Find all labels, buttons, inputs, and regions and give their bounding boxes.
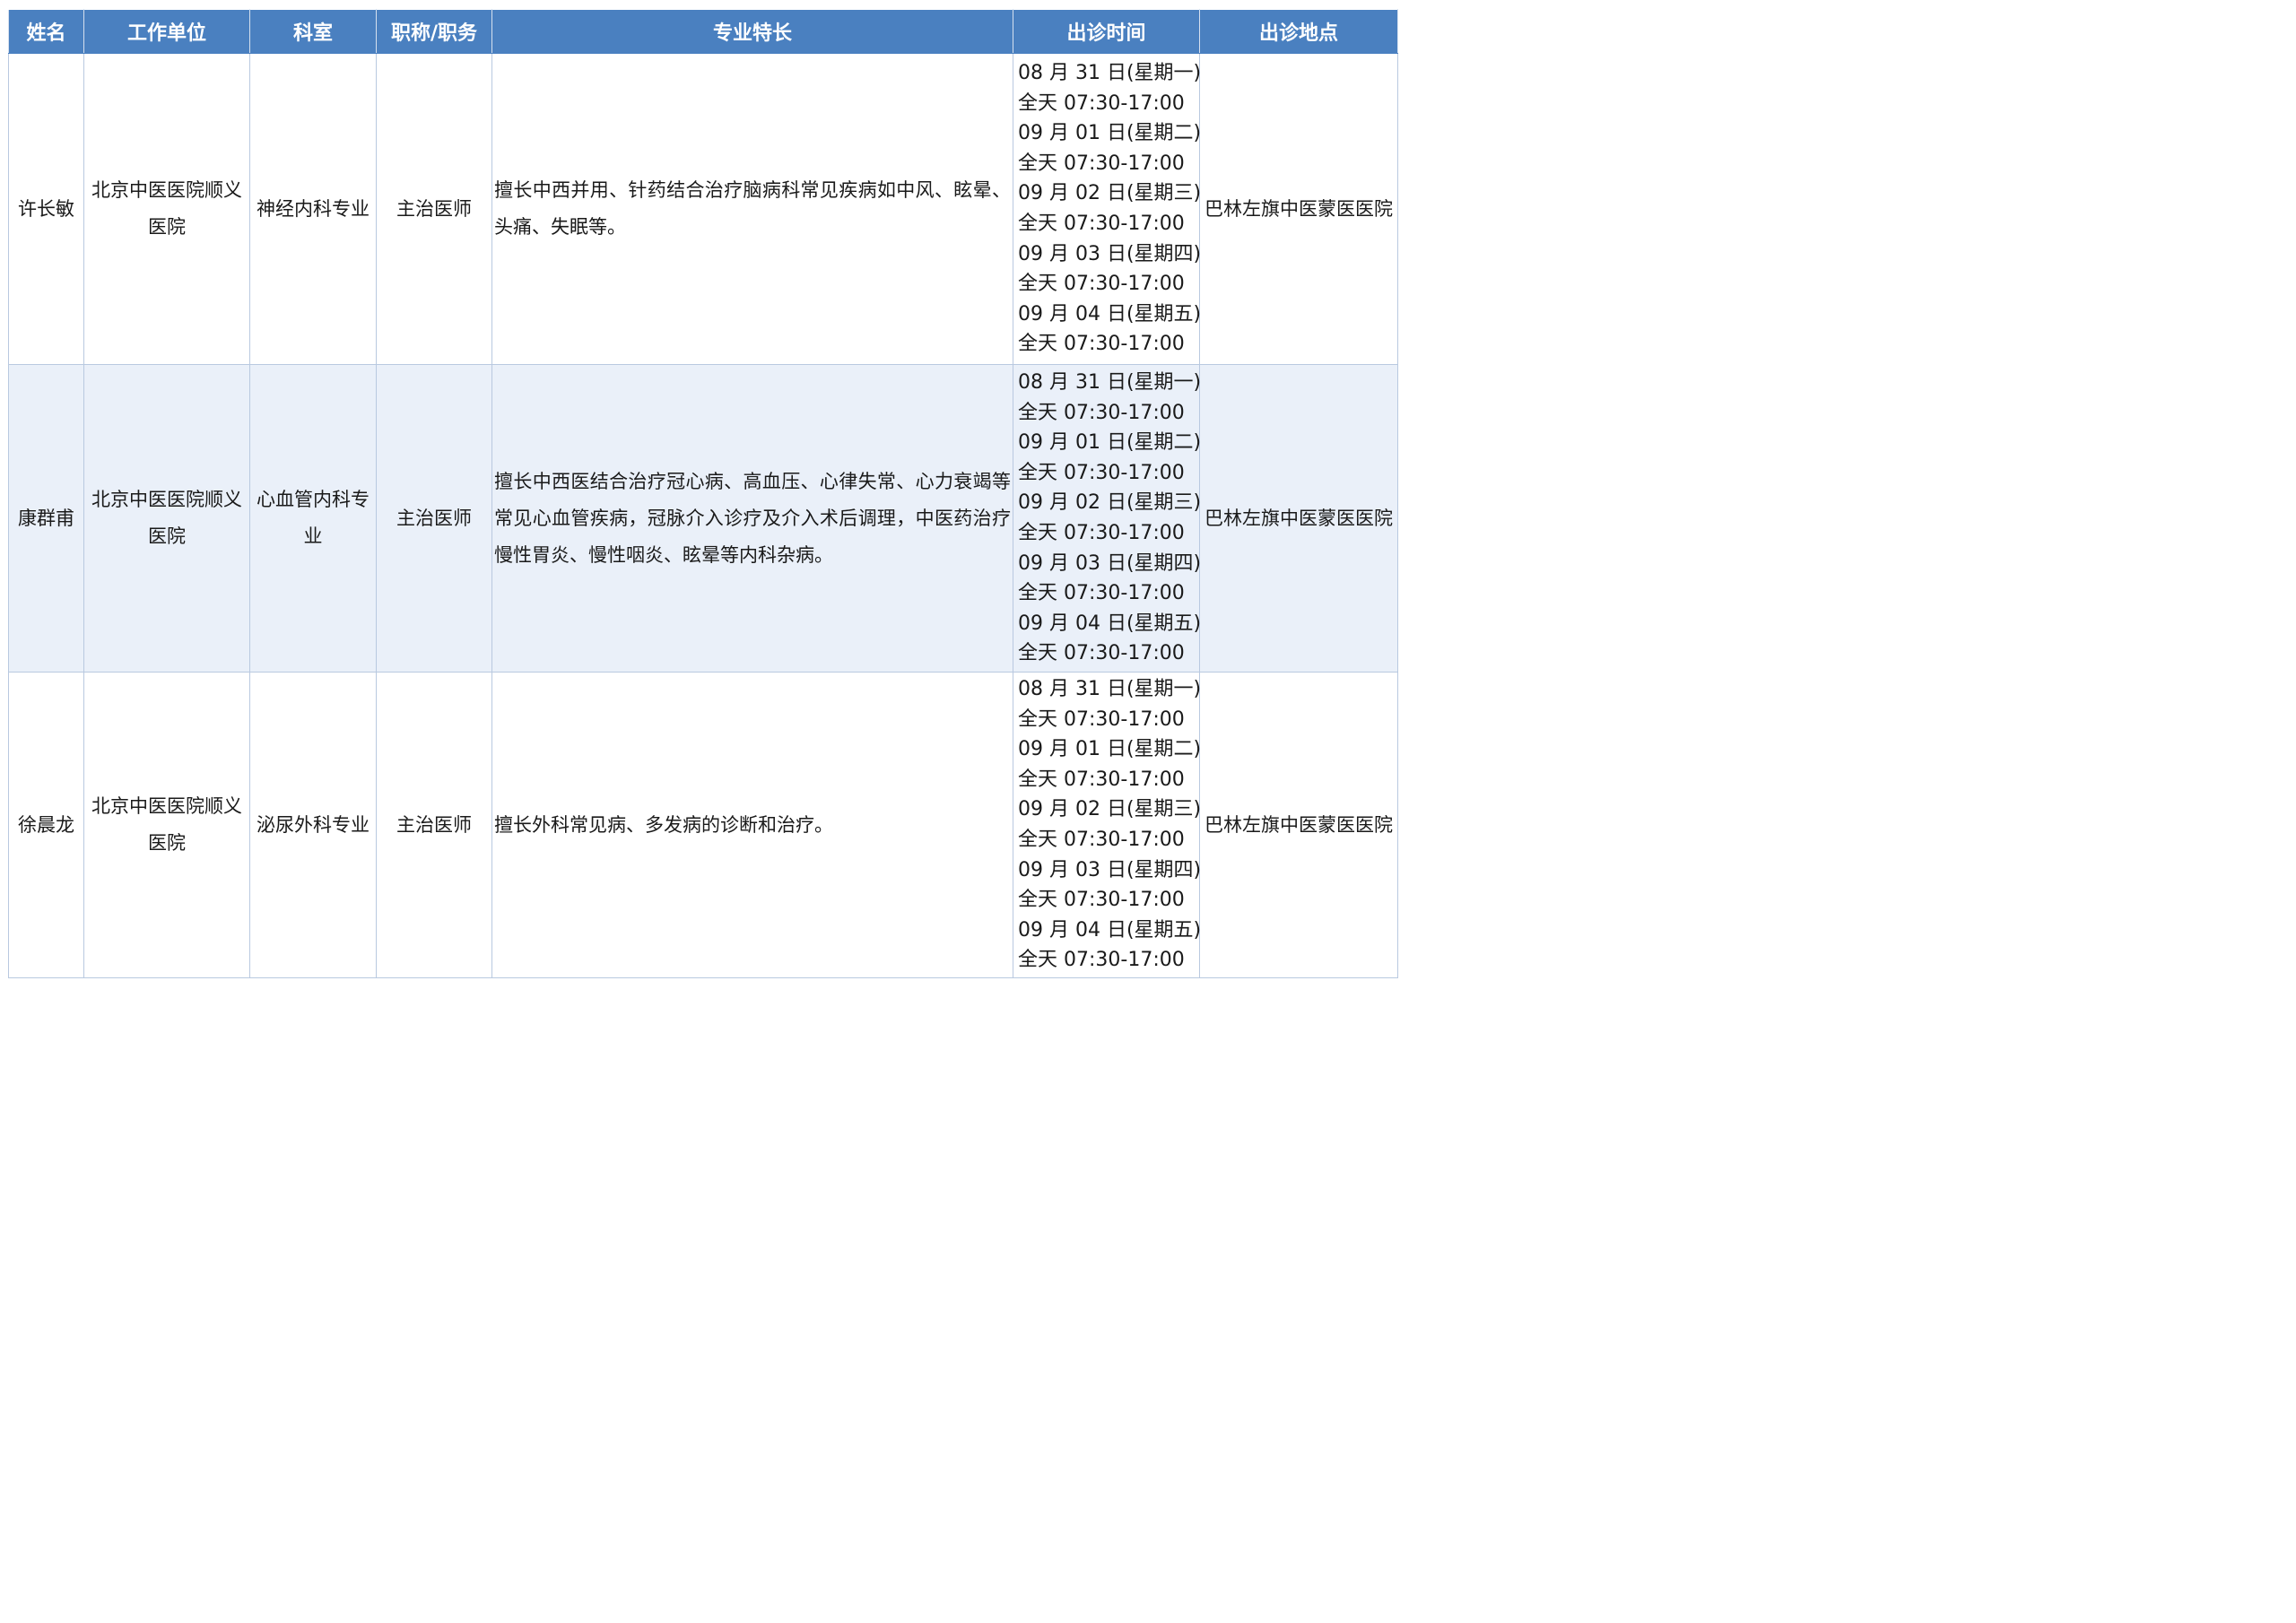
cell-location: 巴林左旗中医蒙医医院 <box>1199 672 1398 978</box>
header-unit: 工作单位 <box>83 9 250 54</box>
header-specialty: 专业特长 <box>491 9 1013 54</box>
cell-schedule: 08 月 31 日(星期一) 全天 07:30-17:00 09 月 01 日(… <box>1013 53 1202 365</box>
cell-location: 巴林左旗中医蒙医医院 <box>1199 364 1398 673</box>
schedule-line: 全天 07:30-17:00 <box>1018 889 1185 912</box>
schedule-line: 09 月 03 日(星期四) <box>1018 242 1202 265</box>
schedule-line: 全天 07:30-17:00 <box>1018 213 1185 235</box>
cell-title: 主治医师 <box>376 672 492 978</box>
cell-title: 主治医师 <box>376 364 492 673</box>
table-header: 姓名 工作单位 科室 职称/职务 专业特长 出诊时间 出诊地点 <box>8 9 1398 54</box>
cell-location: 巴林左旗中医蒙医医院 <box>1199 53 1398 365</box>
schedule-line: 09 月 03 日(星期四) <box>1018 551 1202 575</box>
schedule-line: 全天 07:30-17:00 <box>1018 949 1185 972</box>
schedule-line: 09 月 04 日(星期五) <box>1018 918 1202 942</box>
schedule-line: 09 月 02 日(星期三) <box>1018 182 1202 205</box>
cell-schedule: 08 月 31 日(星期一) 全天 07:30-17:00 09 月 01 日(… <box>1013 364 1202 673</box>
cell-department: 神经内科专业 <box>249 53 377 365</box>
schedule-line: 08 月 31 日(星期一) <box>1018 678 1202 701</box>
cell-unit: 北京中医医院顺义医院 <box>83 672 250 978</box>
cell-specialty: 擅长外科常见病、多发病的诊断和治疗。 <box>491 672 1013 978</box>
cell-title: 主治医师 <box>376 53 492 365</box>
schedule-line: 09 月 02 日(星期三) <box>1018 798 1202 821</box>
cell-name: 康群甫 <box>8 364 84 673</box>
schedule-line: 全天 07:30-17:00 <box>1018 273 1185 296</box>
cell-department: 泌尿外科专业 <box>249 672 377 978</box>
table-row: 康群甫 北京中医医院顺义医院 心血管内科专业 主治医师 擅长中西医结合治疗冠心病… <box>8 364 1398 673</box>
schedule-line: 全天 07:30-17:00 <box>1018 401 1185 424</box>
schedule-line: 全天 07:30-17:00 <box>1018 582 1185 605</box>
schedule-line: 全天 07:30-17:00 <box>1018 333 1185 356</box>
schedule-line: 08 月 31 日(星期一) <box>1018 62 1202 85</box>
cell-department: 心血管内科专业 <box>249 364 377 673</box>
header-department: 科室 <box>249 9 377 54</box>
schedule-line: 全天 07:30-17:00 <box>1018 461 1185 484</box>
table-row: 许长敏 北京中医医院顺义医院 神经内科专业 主治医师 擅长中西并用、针药结合治疗… <box>8 53 1398 365</box>
schedule-line: 09 月 02 日(星期三) <box>1018 491 1202 515</box>
cell-specialty: 擅长中西并用、针药结合治疗脑病科常见疾病如中风、眩晕、头痛、失眠等。 <box>491 53 1013 365</box>
doctor-schedule-table-wrapper: 姓名 工作单位 科室 职称/职务 专业特长 出诊时间 出诊地点 许长敏 北京中医… <box>8 9 1398 978</box>
cell-schedule: 08 月 31 日(星期一) 全天 07:30-17:00 09 月 01 日(… <box>1013 672 1202 978</box>
cell-name: 徐晨龙 <box>8 672 84 978</box>
header-name: 姓名 <box>8 9 84 54</box>
schedule-line: 09 月 01 日(星期二) <box>1018 738 1202 761</box>
cell-unit: 北京中医医院顺义医院 <box>83 364 250 673</box>
cell-specialty: 擅长中西医结合治疗冠心病、高血压、心律失常、心力衰竭等常见心血管疾病，冠脉介入诊… <box>491 364 1013 673</box>
schedule-line: 全天 07:30-17:00 <box>1018 707 1185 731</box>
schedule-line: 全天 07:30-17:00 <box>1018 152 1185 175</box>
schedule-line: 09 月 04 日(星期五) <box>1018 612 1202 635</box>
cell-name: 许长敏 <box>8 53 84 365</box>
doctor-schedule-table: 姓名 工作单位 科室 职称/职务 专业特长 出诊时间 出诊地点 许长敏 北京中医… <box>8 9 1398 978</box>
schedule-line: 09 月 01 日(星期二) <box>1018 431 1202 455</box>
schedule-line: 全天 07:30-17:00 <box>1018 829 1185 851</box>
schedule-line: 09 月 03 日(星期四) <box>1018 858 1202 881</box>
table-body: 许长敏 北京中医医院顺义医院 神经内科专业 主治医师 擅长中西并用、针药结合治疗… <box>8 53 1398 978</box>
schedule-line: 全天 07:30-17:00 <box>1018 522 1185 544</box>
schedule-line: 全天 07:30-17:00 <box>1018 91 1185 115</box>
cell-unit: 北京中医医院顺义医院 <box>83 53 250 365</box>
schedule-line: 08 月 31 日(星期一) <box>1018 371 1202 395</box>
header-location: 出诊地点 <box>1199 9 1398 54</box>
header-title: 职称/职务 <box>376 9 492 54</box>
schedule-line: 全天 07:30-17:00 <box>1018 768 1185 791</box>
schedule-line: 全天 07:30-17:00 <box>1018 642 1185 665</box>
table-row: 徐晨龙 北京中医医院顺义医院 泌尿外科专业 主治医师 擅长外科常见病、多发病的诊… <box>8 672 1398 978</box>
header-schedule: 出诊时间 <box>1013 9 1200 54</box>
schedule-line: 09 月 04 日(星期五) <box>1018 302 1202 325</box>
header-row: 姓名 工作单位 科室 职称/职务 专业特长 出诊时间 出诊地点 <box>8 9 1398 54</box>
schedule-line: 09 月 01 日(星期二) <box>1018 122 1202 145</box>
